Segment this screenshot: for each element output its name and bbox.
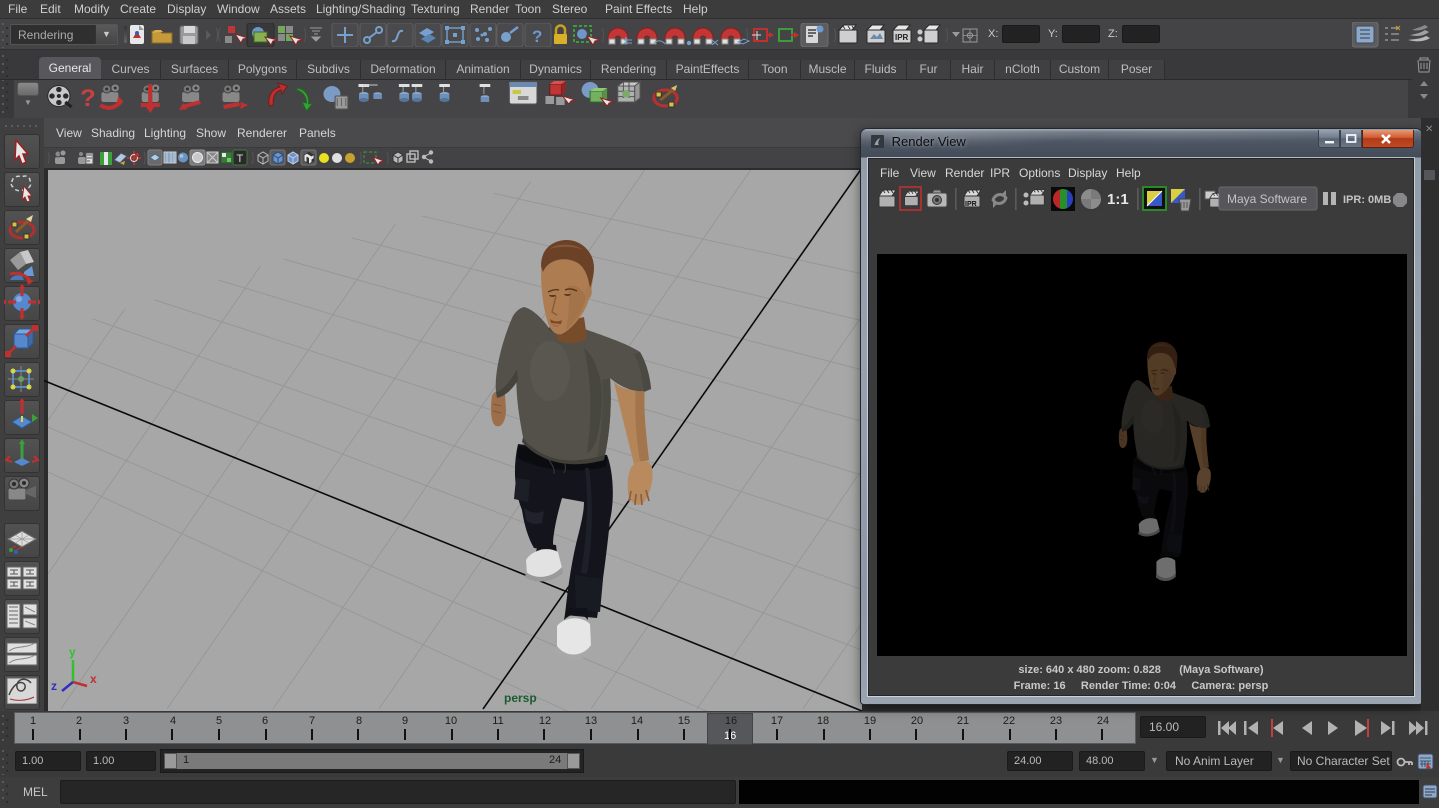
svg-text:IPR: IPR — [965, 201, 977, 208]
svg-text:IPR: 0MB: IPR: 0MB — [1343, 194, 1391, 206]
svg-text:?: ? — [532, 27, 542, 46]
svg-text:x: x — [90, 672, 97, 686]
svg-text:1:1: 1:1 — [1107, 191, 1129, 208]
svg-text:?: ? — [80, 86, 96, 112]
svg-text:Maya Software: Maya Software — [1227, 192, 1307, 206]
svg-text:y: y — [69, 645, 76, 659]
svg-text:z: z — [51, 679, 57, 693]
svg-text:persp: persp — [504, 691, 537, 705]
svg-text:IPR: IPR — [895, 33, 909, 42]
svg-text:T: T — [237, 153, 244, 165]
